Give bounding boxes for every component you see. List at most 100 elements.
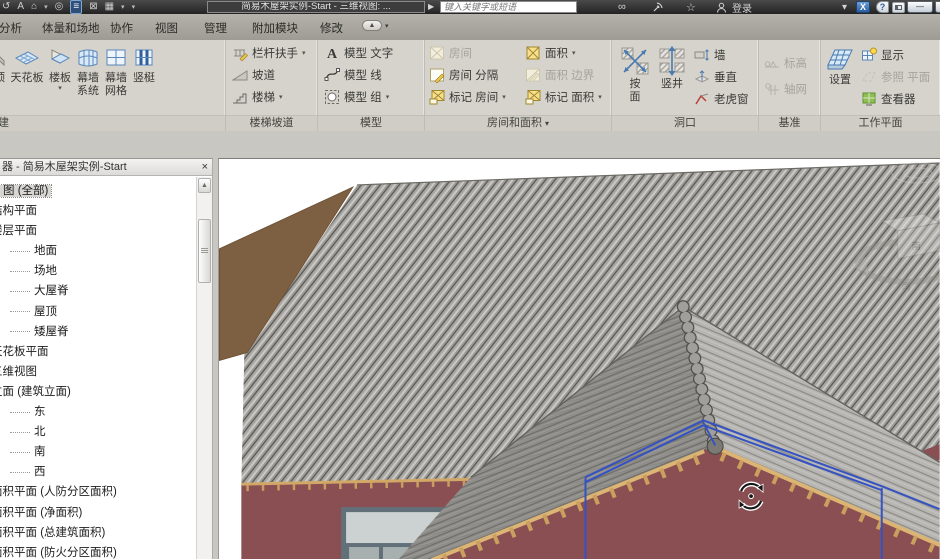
minimize-button[interactable]: — [907,0,933,14]
tab-addins[interactable]: 附加模块 [248,18,302,38]
room-separator-button[interactable]: 房间 分隔 [427,64,523,86]
set-workplane-icon [826,44,854,74]
mullion-button[interactable]: 竖梃 [130,42,158,114]
browser-item-elevations[interactable]: 立面 (建筑立面) [0,382,196,402]
favorites-star-icon[interactable]: ☆ [686,0,696,14]
exchange-apps-icon[interactable]: X [856,0,870,14]
chevron-down-icon[interactable]: ▾ [121,3,125,11]
area-boundary-icon [525,67,541,83]
railing-button[interactable]: 栏杆扶手 ▾ [230,42,315,64]
chevron-down-icon[interactable]: ▾ [44,3,48,11]
tab-collaborate[interactable]: 协作 [106,18,137,38]
svg-text:A: A [327,47,338,61]
tab-massing-site[interactable]: 体量和场地 [38,18,104,38]
browser-item-floor-plans[interactable]: 楼层平面 [0,221,196,241]
panel-label-build[interactable]: 构建 [0,115,225,131]
model-line-button[interactable]: 模型 线 [322,64,422,86]
project-browser-title[interactable]: 器 - 简易木屋架实例-Start × [0,159,212,176]
ref-plane-label: 参照 平面 [881,69,930,85]
browser-item-east[interactable]: 东 [0,402,196,422]
scroll-up-icon[interactable]: ▲ [198,178,211,193]
browser-item-3d-views[interactable]: 三维视图 [0,362,196,382]
compass-label: 南 [902,281,911,292]
search-icon[interactable]: ∞ [618,0,626,14]
3d-viewport[interactable]: 南 南 [218,158,940,559]
infocenter-panel-icon[interactable] [892,0,905,14]
vertical-opening-button[interactable]: 垂直 [692,66,751,88]
dormer-button[interactable]: 老虎窗 [692,88,751,110]
default-3d-view-icon[interactable]: ⌂ [31,1,37,13]
thin-lines-icon[interactable]: ≡ [70,0,82,14]
panel-label-room-area[interactable]: 房间和面积 ▾ [425,115,611,131]
browser-item-west[interactable]: 西 [0,462,196,482]
browser-item-label: 面积平面 (净面积) [0,507,82,519]
tag-room-button[interactable]: 标记 房间 ▾ [427,86,523,108]
show-workplane-label: 显示 [881,47,904,63]
panel-label-workplane[interactable]: 工作平面 [821,115,940,131]
panel-circulation: 栏杆扶手 ▾ 坡道 楼梯 ▾ 楼梯坡道 [226,40,318,131]
show-workplane-button[interactable]: 显示 [859,44,932,66]
ridge-end-cap [707,438,723,454]
curtain-system-button[interactable]: 幕墙系统 [74,42,102,114]
ramp-button[interactable]: 坡道 [230,64,315,86]
roof-button[interactable]: 屋顶 [0,42,8,114]
panel-label-model[interactable]: 模型 [318,115,424,131]
browser-item-main-ridge[interactable]: 大屋脊 [0,281,196,301]
curtain-grid-button[interactable]: 幕墙网格 [102,42,130,114]
panel-label-circulation[interactable]: 楼梯坡道 [226,115,317,131]
browser-item-ceiling-plans[interactable]: 天花板平面 [0,342,196,362]
model-text-label: 模型 文字 [344,45,393,61]
tab-manage[interactable]: 管理 [200,18,231,38]
browser-item-roof[interactable]: 屋顶 [0,302,196,322]
search-input[interactable] [440,1,577,13]
stair-button[interactable]: 楼梯 ▾ [230,86,315,108]
maximize-button[interactable] [935,0,940,14]
opening-by-face-button[interactable]: 按面 [618,42,652,114]
browser-item-area-net[interactable]: 面积平面 (净面积) [0,503,196,523]
communication-center-icon[interactable] [652,0,664,14]
browser-item-site[interactable]: 场地 [0,261,196,281]
scrollbar-thumb[interactable] [198,219,211,283]
browser-item-area-fire[interactable]: 面积平面 (防火分区面积) [0,543,196,559]
ceiling-button[interactable]: 天花板 [8,42,46,114]
close-hidden-windows-icon[interactable]: ⊠ [89,1,97,13]
set-workplane-button[interactable]: 设置 [825,42,855,114]
wall-opening-button[interactable]: 墙 [692,44,751,66]
panel-label-opening[interactable]: 洞口 [612,115,758,131]
tab-modify[interactable]: 修改 [316,18,347,38]
model-group-button[interactable]: 模型 组 ▾ [322,86,422,108]
sign-in-link[interactable]: 登录 [732,0,752,14]
undo-icon[interactable]: ↺ [2,1,10,13]
browser-scrollbar[interactable]: ▲ [196,177,212,559]
title-expand-icon[interactable]: ▶ [428,2,434,11]
browser-item-area-civil-defense[interactable]: 面积平面 (人防分区面积) [0,482,196,502]
curtain-grid-label: 幕墙网格 [103,72,129,97]
browser-item-area-gross[interactable]: 面积平面 (总建筑面积) [0,523,196,543]
dormer-label: 老虎窗 [714,91,749,107]
browser-item-label: 大屋脊 [34,285,69,297]
browser-item-views-all[interactable]: 图 (全部) [0,181,196,201]
qat-customize-icon[interactable]: ▾ [132,3,136,11]
room-separator-label: 房间 分隔 [449,67,498,83]
viewer-button[interactable]: 查看器 [859,88,932,110]
shaft-button[interactable]: 竖井 [656,42,688,114]
browser-item-south[interactable]: 南 [0,442,196,462]
tab-view[interactable]: 视图 [151,18,182,38]
ribbon-state-toggle[interactable]: ▲ ▾ [362,20,389,31]
panel-label-datum[interactable]: 基准 [759,115,820,131]
browser-item-north[interactable]: 北 [0,422,196,442]
chevron-down-icon[interactable]: ▾ [842,0,847,14]
tab-analyze[interactable]: 分析 [0,18,26,38]
close-icon[interactable]: × [202,160,208,175]
browser-item-structural-plans[interactable]: 结构平面 [0,201,196,221]
model-text-button[interactable]: A 模型 文字 [322,42,422,64]
tag-area-button[interactable]: 标记 面积 ▾ [523,86,604,108]
area-button[interactable]: 面积 ▾ [523,42,604,64]
text-tool-icon[interactable]: A [17,1,24,13]
switch-windows-icon[interactable]: ▦ [105,1,114,13]
section-tool-icon[interactable]: ◎ [55,1,64,13]
browser-item-ground[interactable]: 地面 [0,241,196,261]
help-icon[interactable]: ? [876,0,889,14]
browser-item-low-ridge[interactable]: 矮屋脊 [0,322,196,342]
floor-button[interactable]: 楼板 ▾ [46,42,74,114]
